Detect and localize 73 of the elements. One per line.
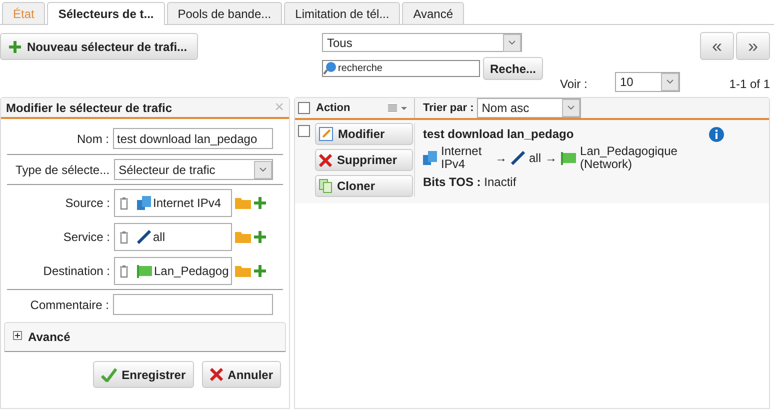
destination-name: Lan_Pedagogique (Network) bbox=[580, 145, 678, 171]
trash-icon[interactable] bbox=[119, 230, 129, 244]
close-icon bbox=[210, 368, 223, 381]
clone-button[interactable]: Cloner bbox=[315, 175, 413, 197]
view-label: Voir : bbox=[560, 76, 588, 93]
select-all-checkbox[interactable] bbox=[298, 102, 310, 114]
column-menu-icon[interactable] bbox=[388, 104, 408, 112]
copy-icon bbox=[319, 179, 332, 193]
field-label: Commentaire : bbox=[29, 296, 109, 314]
tab[interactable]: Sélecteurs de t... bbox=[47, 2, 165, 25]
flag-icon bbox=[561, 152, 576, 164]
field-label: Destination : bbox=[42, 263, 110, 280]
tab[interactable]: Limitation de tél... bbox=[284, 2, 400, 24]
advanced-section[interactable]: Avancé bbox=[4, 322, 286, 352]
sort-label: Trier par : bbox=[423, 100, 474, 116]
filter-select[interactable]: Tous bbox=[322, 33, 522, 52]
expand-icon[interactable] bbox=[13, 331, 22, 340]
close-icon bbox=[319, 154, 332, 166]
text-field[interactable] bbox=[113, 294, 273, 315]
arrow-text: → bbox=[495, 150, 507, 167]
folder-icon[interactable] bbox=[235, 231, 251, 243]
save-button[interactable]: Enregistrer bbox=[92, 361, 194, 388]
new-selector-button[interactable]: Nouveau sélecteur de trafi... bbox=[0, 33, 198, 60]
selector-name: test download lan_pedago bbox=[423, 126, 574, 143]
type-select[interactable]: Sélecteur de trafic bbox=[114, 159, 273, 180]
info-icon[interactable] bbox=[709, 127, 724, 142]
plus-icon bbox=[254, 231, 266, 243]
delete-button[interactable]: Supprimer bbox=[315, 149, 413, 171]
sort-select[interactable]: Nom asc bbox=[476, 98, 581, 118]
next-page-button[interactable]: » bbox=[736, 32, 770, 60]
edit-button[interactable]: Modifier bbox=[315, 123, 413, 145]
search-button[interactable]: Reche... bbox=[483, 57, 543, 80]
folder-icon[interactable] bbox=[235, 265, 251, 277]
trash-icon[interactable] bbox=[119, 264, 129, 278]
tab[interactable]: Pools de bande... bbox=[166, 2, 282, 24]
previous-page-button[interactable]: « bbox=[700, 32, 734, 60]
edit-icon bbox=[319, 127, 333, 141]
row-checkbox[interactable] bbox=[298, 125, 310, 137]
flag-icon bbox=[137, 264, 152, 278]
object-name: Lan_Pedagog bbox=[154, 263, 229, 280]
server-icon bbox=[137, 196, 151, 210]
field-label: Type de sélecte... bbox=[14, 162, 110, 178]
object-name: Internet IPv4 bbox=[153, 195, 222, 212]
folder-icon[interactable] bbox=[235, 197, 251, 209]
text-field[interactable]: test download lan_pedago bbox=[113, 128, 273, 149]
arrow-text: → bbox=[545, 150, 558, 167]
server-icon bbox=[423, 151, 437, 165]
object-field[interactable]: Internet IPv4 bbox=[114, 189, 232, 217]
search-field[interactable]: recherche bbox=[322, 60, 480, 77]
tab[interactable]: Avancé bbox=[402, 2, 464, 24]
plus-icon bbox=[254, 265, 266, 277]
cancel-button[interactable]: Annuler bbox=[202, 361, 281, 388]
field-label: Nom : bbox=[76, 130, 109, 148]
plus-icon bbox=[9, 40, 21, 52]
checkmark-icon bbox=[100, 368, 117, 382]
cable-icon bbox=[137, 230, 151, 244]
field-label: Service : bbox=[62, 229, 110, 246]
column-header: Action bbox=[316, 100, 350, 116]
field-label: Source : bbox=[64, 195, 110, 212]
object-field[interactable]: all bbox=[114, 223, 232, 251]
service-name: all bbox=[529, 150, 542, 167]
cable-icon bbox=[511, 151, 525, 165]
object-name: all bbox=[153, 229, 166, 246]
page-size-select[interactable]: 10 bbox=[615, 72, 680, 92]
search-icon bbox=[323, 61, 337, 75]
object-field[interactable]: Lan_Pedagog bbox=[114, 257, 232, 285]
page-range: 1-1 of 1 bbox=[729, 76, 770, 93]
source-name: Internet IPv4 bbox=[441, 145, 483, 171]
trash-icon[interactable] bbox=[119, 196, 129, 210]
panel-title: Modifier le sélecteur de trafic bbox=[6, 100, 172, 116]
plus-icon bbox=[254, 197, 266, 209]
tos-value: Inactif bbox=[484, 175, 516, 189]
tos-label: Bits TOS : bbox=[423, 175, 481, 189]
